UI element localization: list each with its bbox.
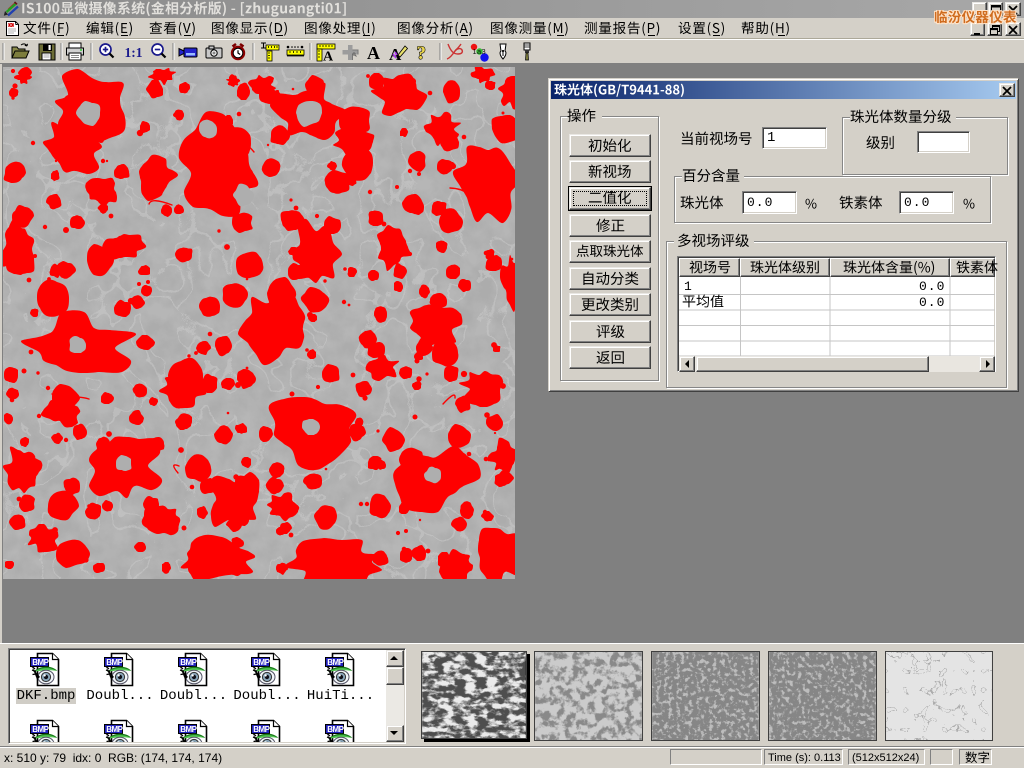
svg-text:A: A xyxy=(323,50,334,64)
svg-text:A: A xyxy=(367,43,380,63)
svg-text:DOC: DOC xyxy=(8,23,18,28)
svg-text:?: ? xyxy=(417,43,427,63)
svg-text:3: 3 xyxy=(482,47,486,56)
svg-text:1:1: 1:1 xyxy=(125,45,143,60)
